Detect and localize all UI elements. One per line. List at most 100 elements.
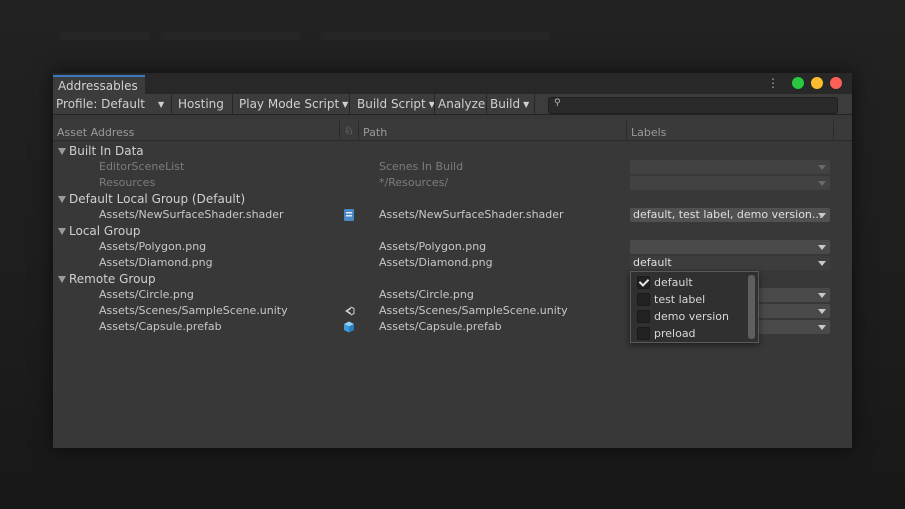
addressables-window: Addressables ⋮ Profile: Default ▼ Hostin…: [53, 73, 852, 448]
asset-address: Assets/Scenes/SampleScene.unity: [99, 304, 288, 317]
group-row[interactable]: Local Group: [53, 223, 852, 239]
kebab-menu-icon[interactable]: ⋮: [767, 77, 779, 89]
toolbar-divider: [534, 94, 535, 114]
checkbox[interactable]: [637, 327, 650, 340]
asset-type-column-icon[interactable]: ♘: [344, 124, 354, 137]
zoom-button[interactable]: [792, 77, 804, 89]
background-blur: [60, 32, 150, 40]
analyze-button[interactable]: Analyze: [435, 94, 485, 114]
label-option-text: test label: [654, 293, 706, 306]
shader-icon: [344, 209, 354, 221]
play-mode-script-dropdown[interactable]: Play Mode Script ▼: [236, 94, 349, 114]
analyze-label: Analyze: [438, 97, 486, 111]
background-blur: [320, 32, 550, 40]
asset-path: Assets/NewSurfaceShader.shader: [379, 208, 564, 221]
column-asset-address[interactable]: Asset Address: [57, 126, 134, 139]
asset-path: Assets/Circle.png: [379, 288, 474, 301]
chevron-down-icon: ▼: [342, 100, 349, 109]
column-divider[interactable]: [339, 121, 340, 139]
search-icon: ⚲: [554, 98, 561, 108]
labels-dropdown[interactable]: default, test label, demo version...: [630, 208, 830, 222]
labels-value: default, test label, demo version...: [633, 208, 823, 221]
tab-label: Addressables: [58, 79, 138, 93]
asset-path: Assets/Polygon.png: [379, 240, 487, 253]
group-row[interactable]: Default Local Group (Default): [53, 191, 852, 207]
labels-dropdown: [630, 160, 830, 174]
checkbox[interactable]: [637, 310, 650, 323]
table-row[interactable]: Resources */Resources/: [53, 175, 852, 191]
expand-triangle-icon[interactable]: [58, 228, 66, 235]
labels-popup-menu: default test label demo version preload: [630, 271, 759, 343]
checkbox[interactable]: [637, 293, 650, 306]
toolbar-divider: [349, 94, 350, 114]
build-script-dropdown[interactable]: Build Script ▼: [354, 94, 435, 114]
asset-address: EditorSceneList: [99, 160, 185, 173]
tab-addressables[interactable]: Addressables: [53, 75, 145, 94]
profile-label: Profile: Default: [56, 97, 146, 111]
chevron-down-icon: ▼: [523, 100, 530, 109]
asset-address: Assets/Diamond.png: [99, 256, 213, 269]
asset-address: Resources: [99, 176, 156, 189]
chevron-down-icon: [818, 309, 826, 314]
label-option-text: demo version: [654, 310, 729, 323]
labels-value: default: [633, 256, 672, 269]
hosting-button[interactable]: Hosting: [175, 94, 227, 114]
table-row[interactable]: Assets/NewSurfaceShader.shader Assets/Ne…: [53, 207, 852, 223]
labels-dropdown[interactable]: [630, 240, 830, 254]
chevron-down-icon: [818, 261, 826, 266]
expand-triangle-icon[interactable]: [58, 276, 66, 283]
asset-path: Scenes In Build: [379, 160, 464, 173]
column-path[interactable]: Path: [363, 126, 387, 139]
labels-dropdown: [630, 176, 830, 190]
background-blur: [160, 32, 300, 40]
toolbar-divider: [232, 94, 233, 114]
popup-scrollbar[interactable]: [748, 275, 755, 339]
labels-dropdown[interactable]: default: [630, 256, 830, 270]
chevron-down-icon: [818, 165, 826, 170]
toolbar: Profile: Default ▼ Hosting Play Mode Scr…: [53, 94, 852, 115]
group-name: Built In Data: [69, 144, 144, 158]
hosting-label: Hosting: [178, 97, 224, 111]
label-option-text: default: [654, 276, 693, 289]
prefab-cube-icon: [344, 321, 354, 333]
window-titlebar: Addressables ⋮: [53, 73, 852, 94]
label-option-text: preload: [654, 327, 696, 340]
column-divider[interactable]: [833, 121, 834, 139]
asset-path: */Resources/: [379, 176, 449, 189]
toolbar-divider: [171, 94, 172, 114]
column-header: Asset Address ♘ Path Labels: [53, 119, 852, 141]
group-row[interactable]: Built In Data: [53, 143, 852, 159]
table-row[interactable]: Assets/Diamond.png Assets/Diamond.png de…: [53, 255, 852, 271]
search-input[interactable]: ⚲: [548, 97, 838, 114]
chevron-down-icon: [818, 325, 826, 330]
asset-address: Assets/Circle.png: [99, 288, 194, 301]
table-row[interactable]: EditorSceneList Scenes In Build: [53, 159, 852, 175]
group-name: Default Local Group (Default): [69, 192, 246, 206]
asset-path: Assets/Scenes/SampleScene.unity: [379, 304, 568, 317]
asset-address: Assets/NewSurfaceShader.shader: [99, 208, 284, 221]
table-row[interactable]: Assets/Polygon.png Assets/Polygon.png: [53, 239, 852, 255]
asset-path: Assets/Capsule.prefab: [379, 320, 502, 333]
column-divider[interactable]: [626, 121, 627, 139]
column-divider[interactable]: [358, 121, 359, 139]
play-mode-label: Play Mode Script: [239, 97, 340, 111]
column-labels[interactable]: Labels: [631, 126, 666, 139]
chevron-down-icon: [818, 245, 826, 250]
chevron-down-icon: [818, 181, 826, 186]
asset-address: Assets/Polygon.png: [99, 240, 207, 253]
asset-path: Assets/Diamond.png: [379, 256, 493, 269]
expand-triangle-icon[interactable]: [58, 148, 66, 155]
build-label: Build: [490, 97, 521, 111]
close-button[interactable]: [830, 77, 842, 89]
chevron-down-icon: ▼: [158, 100, 165, 109]
checkbox-checked[interactable]: [637, 276, 650, 289]
profile-dropdown[interactable]: Profile: Default: [53, 94, 170, 114]
build-dropdown[interactable]: Build ▼: [487, 94, 532, 114]
window-controls: ⋮: [767, 77, 842, 89]
expand-triangle-icon[interactable]: [58, 196, 66, 203]
group-name: Remote Group: [69, 272, 156, 286]
minimize-button[interactable]: [811, 77, 823, 89]
chevron-down-icon: [818, 293, 826, 298]
chevron-down-icon: [818, 213, 826, 218]
build-script-label: Build Script: [357, 97, 426, 111]
